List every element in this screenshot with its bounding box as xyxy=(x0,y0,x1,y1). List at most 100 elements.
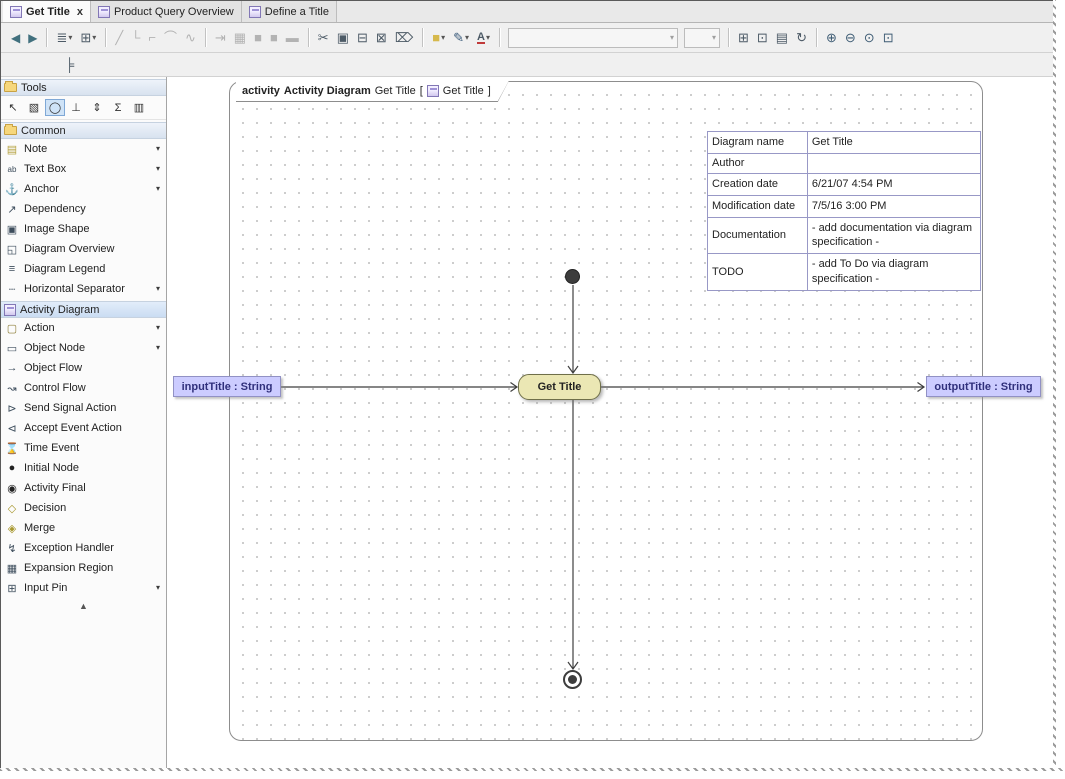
tab-get-title[interactable]: Get Title x xyxy=(3,1,91,22)
fill-color-button[interactable]: ■ ▾ xyxy=(428,26,449,49)
tab-close-icon[interactable]: x xyxy=(77,6,83,18)
palette-item-input-pin[interactable]: ⊞ Input Pin ▾ xyxy=(1,578,166,598)
paste-icon: ⊟ xyxy=(357,30,368,45)
zoom-in-button[interactable]: ⊕ xyxy=(822,26,841,49)
palette-section-common[interactable]: Common xyxy=(1,122,166,139)
tab-define-a-title[interactable]: Define a Title xyxy=(241,1,337,22)
refresh-button[interactable]: ↻ xyxy=(792,26,811,49)
activity-final-node[interactable] xyxy=(563,670,582,689)
structure-icon: ╞ xyxy=(65,57,75,72)
diagram-info-table[interactable]: Diagram name Get Title Author Creation date… xyxy=(707,131,982,291)
palette-item-object-node[interactable]: ▭ Object Node ▾ xyxy=(1,338,166,358)
rectilinear-path-button[interactable]: └ xyxy=(127,26,144,49)
style-combo[interactable]: ▾ xyxy=(507,27,678,48)
forward-button[interactable]: ▶ xyxy=(24,26,41,49)
edit-compartment-button[interactable]: ▤ xyxy=(772,26,792,49)
palette-item-initial-node[interactable]: ● Initial Node xyxy=(1,458,166,478)
oblique-path-button[interactable]: ╱ xyxy=(111,26,127,49)
delete-from-model-button[interactable]: ⌦ xyxy=(391,26,417,49)
palette-item-activity-final[interactable]: ◉ Activity Final xyxy=(1,478,166,498)
cut-button[interactable]: ✂ xyxy=(314,26,333,49)
zoom-combo[interactable]: ▾ xyxy=(683,27,720,48)
back-button[interactable]: ◀ xyxy=(7,26,24,49)
palette-item-send-signal-action[interactable]: ⊳ Send Signal Action xyxy=(1,398,166,418)
diagram-canvas[interactable]: activity Activity Diagram Get Title [ Ge… xyxy=(167,77,1065,779)
palette-item-control-flow[interactable]: ↝ Control Flow xyxy=(1,378,166,398)
info-value: - add documentation via diagram specific… xyxy=(806,216,982,255)
align-bottom-button[interactable]: ▬ xyxy=(282,26,303,49)
output-parameter-node[interactable]: outputTitle : String xyxy=(926,376,1041,397)
show-parents-button[interactable]: ⇥ xyxy=(211,26,230,49)
zoom-1to1-button[interactable]: ⊙ xyxy=(860,26,879,49)
font-color-button[interactable]: A ▾ xyxy=(473,26,494,49)
layout-button[interactable]: ≣ ▾ xyxy=(52,26,76,49)
initial-node[interactable] xyxy=(565,269,580,284)
tab-label: Define a Title xyxy=(264,5,329,18)
palette-item-note[interactable]: ▤ Note ▾ xyxy=(1,139,166,159)
shape-creation-tool[interactable]: ◯ xyxy=(45,99,65,116)
palette-item-time-event[interactable]: ⌛ Time Event xyxy=(1,438,166,458)
corner-path-button[interactable]: ⌐ xyxy=(144,26,160,49)
palette-item-decision[interactable]: ◇ Decision xyxy=(1,498,166,518)
action-get-title[interactable]: Get Title xyxy=(518,374,601,400)
zoom-out-icon: ⊖ xyxy=(844,30,856,45)
copy-button[interactable]: ▣ xyxy=(333,26,353,49)
dropdown-icon: ▾ xyxy=(155,184,160,193)
tools-row: ↖ ▧ ◯ ⊥ ⇕ Σ ▥ xyxy=(1,96,166,120)
align-center-button[interactable]: ■ xyxy=(266,26,282,49)
paste-button[interactable]: ⊟ xyxy=(353,26,372,49)
palette-collapse-button[interactable]: ▲ xyxy=(1,598,166,614)
palette-item-diagram-overview[interactable]: ◱ Diagram Overview xyxy=(1,239,166,259)
frame-title[interactable]: activity Activity Diagram Get Title [ Ge… xyxy=(236,81,509,102)
info-value: 6/21/07 4:54 PM xyxy=(806,172,982,196)
palette-item-image-shape[interactable]: ▣ Image Shape xyxy=(1,219,166,239)
palette-item-label: Merge xyxy=(24,522,56,534)
merge-icon: ◈ xyxy=(7,522,17,535)
dropdown-icon: ▾ xyxy=(485,32,490,42)
send-signal-icon: ⊳ xyxy=(7,402,17,415)
related-elements-button[interactable]: ⊞ ▾ xyxy=(76,26,100,49)
palette-item-exception-handler[interactable]: ↯ Exception Handler xyxy=(1,538,166,558)
add-diagram-shape-button[interactable]: ⊞ xyxy=(734,26,753,49)
palette-item-expansion-region[interactable]: ▦ Expansion Region xyxy=(1,558,166,578)
dropdown-icon: ▾ xyxy=(155,583,160,592)
dropdown-icon: ▾ xyxy=(464,32,469,42)
curve-path-button[interactable]: ⌒ xyxy=(160,26,181,49)
align-left-button[interactable]: ■ xyxy=(250,26,266,49)
dropdown-icon: ▾ xyxy=(92,32,97,42)
palette-section-activity-diagram[interactable]: Activity Diagram xyxy=(1,301,166,318)
palette-item-accept-event-action[interactable]: ⊲ Accept Event Action xyxy=(1,418,166,438)
palette-item-label: Input Pin xyxy=(24,582,68,594)
select-tool[interactable]: ↖ xyxy=(3,99,23,116)
add-diagram-note-button[interactable]: ⊡ xyxy=(753,26,772,49)
align-tool[interactable]: ⊥ xyxy=(66,99,86,116)
palette-item-diagram-legend[interactable]: ≡ Diagram Legend xyxy=(1,259,166,279)
palette-item-horizontal-separator[interactable]: ┄ Horizontal Separator ▾ xyxy=(1,279,166,299)
info-label: Author xyxy=(707,152,808,174)
line-color-button[interactable]: ✎ ▾ xyxy=(449,26,473,49)
palette-section-tools[interactable]: Tools xyxy=(1,79,166,96)
distribute-tool[interactable]: ⇕ xyxy=(87,99,107,116)
tab-product-query-overview[interactable]: Product Query Overview xyxy=(90,1,242,22)
palette-sidebar: Tools ↖ ▧ ◯ ⊥ ⇕ Σ ▥ Common ▤ Note ▾ ab Text Box ▾ ⚓ A… xyxy=(1,77,167,779)
fit-in-window-button[interactable]: ⊡ xyxy=(879,26,898,49)
compartments-icon: ▦ xyxy=(233,30,247,45)
resize-tool[interactable]: Σ xyxy=(108,99,128,116)
compartments-button[interactable]: ▦ xyxy=(230,26,250,49)
marquee-tool[interactable]: ▧ xyxy=(24,99,44,116)
palette-item-object-flow[interactable]: → Object Flow xyxy=(1,358,166,378)
selection-filter-button[interactable]: ╞ xyxy=(61,53,78,76)
palette-item-anchor[interactable]: ⚓ Anchor ▾ xyxy=(1,179,166,199)
text-box-icon: ab xyxy=(7,164,17,174)
input-parameter-node[interactable]: inputTitle : String xyxy=(173,376,281,397)
zoom-out-button[interactable]: ⊖ xyxy=(841,26,860,49)
palette-item-label: Object Node xyxy=(24,342,86,354)
palette-item-action[interactable]: ▢ Action ▾ xyxy=(1,318,166,338)
spline-path-button[interactable]: ∿ xyxy=(181,26,200,49)
palette-item-dependency[interactable]: ↗ Dependency xyxy=(1,199,166,219)
swimlane-tool[interactable]: ▥ xyxy=(129,99,149,116)
palette-item-text-box[interactable]: ab Text Box ▾ xyxy=(1,159,166,179)
palette-item-merge[interactable]: ◈ Merge xyxy=(1,518,166,538)
pen-icon: ✎ xyxy=(453,30,464,45)
delete-button[interactable]: ⊠ xyxy=(372,26,391,49)
